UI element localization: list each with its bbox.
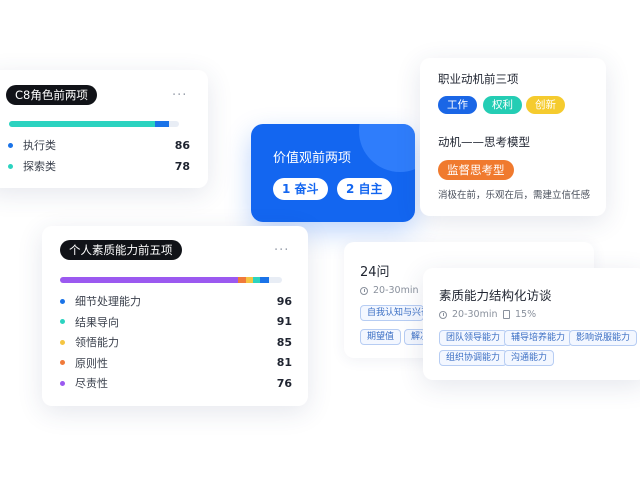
legend-label: 探索类 bbox=[23, 160, 56, 173]
legend-dot bbox=[60, 298, 65, 304]
interview-duration: 20-30min bbox=[439, 309, 498, 320]
ability-card-title: 个人素质能力前五项 bbox=[60, 240, 182, 260]
legend-item: 尽责性 76 bbox=[60, 374, 292, 392]
interview-ratio: 15% bbox=[503, 309, 536, 320]
legend-item: 细节处理能力 96 bbox=[60, 292, 292, 310]
legend-dot bbox=[8, 142, 13, 148]
interview-chip-5[interactable]: 沟通能力 bbox=[504, 350, 555, 366]
legend-dot bbox=[60, 319, 65, 324]
legend-dot bbox=[60, 360, 65, 365]
model-tag[interactable]: 监督思考型 bbox=[438, 160, 514, 180]
legend-item: 执行类 86 bbox=[8, 136, 190, 154]
legend-value: 85 bbox=[276, 335, 292, 349]
c8-card-title: C8角色前两项 bbox=[6, 85, 97, 105]
legend-value: 78 bbox=[174, 159, 190, 173]
legend-dot bbox=[60, 380, 65, 386]
value-card: 价值观前两项 1 奋斗 2 自主 bbox=[251, 124, 415, 222]
interview-chip-4[interactable]: 组织协调能力 bbox=[439, 350, 508, 366]
legend-value: 76 bbox=[276, 376, 292, 390]
legend-value: 96 bbox=[276, 294, 292, 308]
question-chip-2[interactable]: 期望值 bbox=[360, 329, 402, 345]
model-description: 消极在前，乐观在后，需建立信任感 bbox=[438, 190, 591, 201]
legend-value: 86 bbox=[174, 138, 190, 152]
document-icon bbox=[503, 310, 510, 319]
legend-item: 领悟能力 85 bbox=[60, 333, 292, 351]
legend-value: 81 bbox=[276, 356, 292, 369]
motivation-title: 职业动机前三项 bbox=[438, 72, 519, 86]
value-chip-2[interactable]: 2 自主 bbox=[337, 178, 392, 200]
legend-label: 结果导向 bbox=[75, 315, 119, 329]
bar-segment bbox=[253, 277, 260, 283]
interview-chip-1[interactable]: 团队领导能力 bbox=[439, 330, 508, 346]
bar-segment bbox=[155, 121, 169, 127]
clock-icon bbox=[360, 286, 368, 295]
interview-card: 素质能力结构化访谈 20-30min 15% 团队领导能力 辅导培养能力 影响说… bbox=[423, 268, 640, 380]
value-chip-1[interactable]: 1 奋斗 bbox=[273, 178, 328, 200]
ability-score-bar bbox=[60, 277, 282, 283]
bar-segment bbox=[9, 121, 156, 127]
value-card-title: 价值观前两项 bbox=[273, 151, 352, 166]
legend-label: 原则性 bbox=[75, 356, 108, 370]
more-menu-icon[interactable]: ··· bbox=[172, 89, 187, 102]
interview-chip-3[interactable]: 影响说服能力 bbox=[569, 330, 638, 346]
legend-item: 结果导向 91 bbox=[60, 313, 292, 331]
motivation-tag-power[interactable]: 权利 bbox=[483, 96, 522, 114]
bar-segment bbox=[259, 277, 269, 283]
legend-item: 探索类 78 bbox=[8, 157, 190, 175]
bar-segment bbox=[237, 277, 247, 283]
c8-role-card: C8角色前两项 ··· 执行类 86 探索类 78 bbox=[0, 70, 208, 188]
clock-icon bbox=[439, 310, 447, 319]
decorative-circle bbox=[359, 124, 415, 172]
question-chip-1[interactable]: 自我认知与兴奋 bbox=[360, 305, 424, 321]
c8-score-bar bbox=[9, 121, 179, 127]
legend-label: 尽责性 bbox=[75, 377, 108, 390]
motivation-card: 职业动机前三项 工作 权利 创新 动机——思考模型 监督思考型 消极在前，乐观在… bbox=[420, 58, 606, 216]
legend-dot bbox=[60, 339, 65, 345]
more-menu-icon[interactable]: ··· bbox=[274, 244, 289, 257]
interview-chip-2[interactable]: 辅导培养能力 bbox=[504, 330, 573, 346]
motivation-tag-innovation[interactable]: 创新 bbox=[526, 96, 565, 114]
legend-label: 执行类 bbox=[23, 139, 56, 152]
bar-segment bbox=[246, 277, 254, 283]
legend-item: 原则性 81 bbox=[60, 354, 292, 372]
questions-duration: 20-30min bbox=[360, 285, 419, 296]
bar-segment bbox=[60, 277, 238, 283]
ratio-text: 15% bbox=[515, 309, 537, 320]
interview-title: 素质能力结构化访谈 bbox=[439, 288, 552, 303]
duration-text: 20-30min bbox=[452, 309, 498, 320]
questions-title: 24问 bbox=[360, 265, 390, 280]
model-title: 动机——思考模型 bbox=[438, 135, 530, 149]
ability-card: 个人素质能力前五项 ··· 细节处理能力 96 结果导向 91 领悟能力 85 原则性 81 尽… bbox=[42, 226, 308, 406]
legend-label: 领悟能力 bbox=[75, 336, 119, 349]
legend-label: 细节处理能力 bbox=[75, 295, 141, 308]
legend-value: 91 bbox=[276, 315, 292, 328]
legend-dot bbox=[8, 163, 13, 169]
motivation-tag-work[interactable]: 工作 bbox=[438, 96, 477, 114]
duration-text: 20-30min bbox=[373, 285, 419, 296]
